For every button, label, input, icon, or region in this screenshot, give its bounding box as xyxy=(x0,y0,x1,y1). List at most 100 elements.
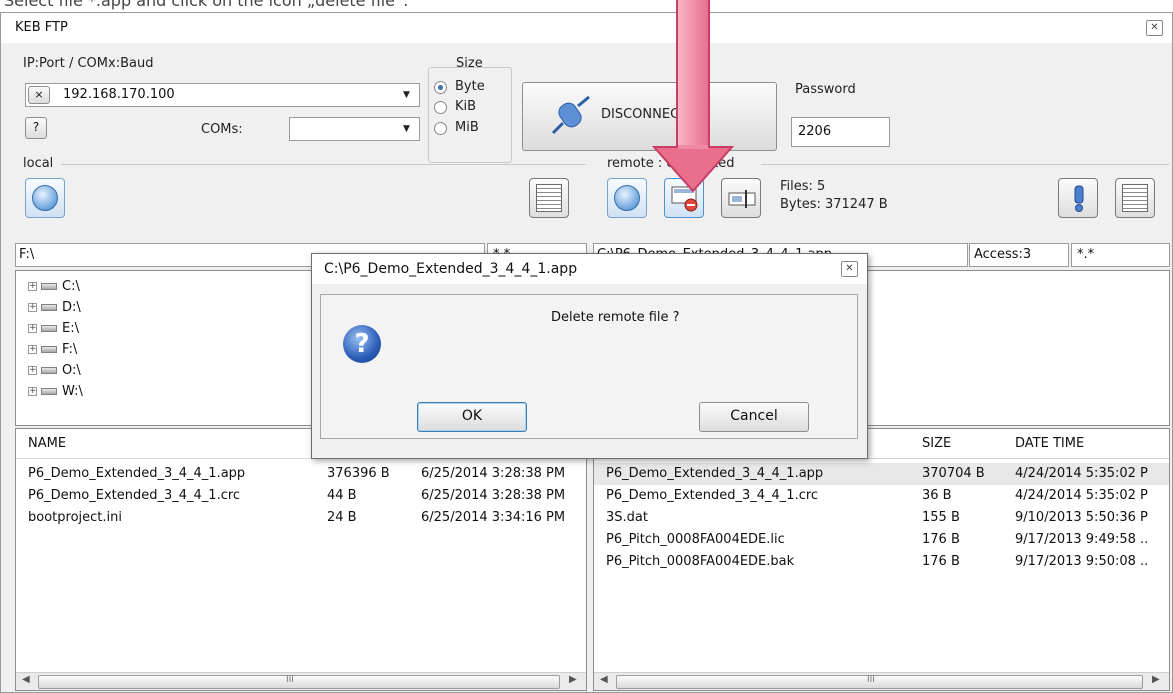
table-row[interactable]: 3S.dat 155 B 9/10/2013 5:50:36 P xyxy=(594,507,1169,529)
table-row[interactable]: P6_Demo_Extended_3_4_4_1.crc 44 B 6/25/2… xyxy=(16,485,586,507)
remote-horizontal-scrollbar[interactable]: ◀ III ▶ xyxy=(594,672,1169,690)
scroll-right-icon[interactable]: ▶ xyxy=(1152,674,1160,685)
radio-icon[interactable] xyxy=(434,101,447,114)
list-view-icon xyxy=(1122,184,1148,212)
drive-label: D:\ xyxy=(62,300,81,315)
file-size: 370704 B xyxy=(922,466,985,481)
scroll-thumb[interactable]: III xyxy=(38,675,560,689)
drive-icon xyxy=(41,304,57,311)
tree-item-drive[interactable]: + C:\ xyxy=(28,279,80,294)
scroll-thumb[interactable]: III xyxy=(616,675,1143,689)
drive-icon xyxy=(41,367,57,374)
scroll-right-icon[interactable]: ▶ xyxy=(569,674,577,685)
dialog-title-bar: C:\P6_Demo_Extended_3_4_4_1.app ✕ xyxy=(312,254,867,284)
scroll-left-icon[interactable]: ◀ xyxy=(22,674,30,685)
file-date: 6/25/2014 3:28:38 PM xyxy=(421,466,566,481)
remote-file-list: SIZE DATE TIME P6_Demo_Extended_3_4_4_1.… xyxy=(593,428,1170,691)
info-button[interactable] xyxy=(1058,178,1098,218)
file-size: 36 B xyxy=(922,488,952,503)
local-file-list: NAME P6_Demo_Extended_3_4_4_1.app 376396… xyxy=(15,428,587,691)
dropdown-arrow-icon[interactable]: ▼ xyxy=(403,90,410,100)
remote-access: Access:3 xyxy=(974,247,1032,262)
file-name: P6_Pitch_0008FA004EDE.lic xyxy=(606,532,785,547)
dropdown-arrow-icon[interactable]: ▼ xyxy=(403,124,410,134)
file-date: 9/17/2013 9:49:58 .. xyxy=(1015,532,1149,547)
tree-item-drive[interactable]: + O:\ xyxy=(28,363,81,378)
local-list-view-button[interactable] xyxy=(529,178,569,218)
download-button[interactable] xyxy=(607,178,647,218)
tree-item-drive[interactable]: + D:\ xyxy=(28,300,81,315)
password-label: Password xyxy=(795,82,856,97)
table-row-selected[interactable]: P6_Demo_Extended_3_4_4_1.app 370704 B 4/… xyxy=(594,463,1169,485)
table-row[interactable]: P6_Demo_Extended_3_4_4_1.crc 36 B 4/24/2… xyxy=(594,485,1169,507)
file-size: 44 B xyxy=(327,488,357,503)
expand-icon: + xyxy=(28,302,37,312)
drive-label: E:\ xyxy=(62,321,79,336)
file-name: 3S.dat xyxy=(606,510,648,525)
disconnect-label: DISCONNECT xyxy=(601,107,688,122)
scroll-left-icon[interactable]: ◀ xyxy=(600,674,608,685)
local-path: F:\ xyxy=(19,247,35,262)
ip-address-combobox[interactable]: × 192.168.170.100 ▼ xyxy=(25,83,420,107)
file-size: 376396 B xyxy=(327,466,390,481)
file-date: 6/25/2014 3:28:38 PM xyxy=(421,488,566,503)
drive-label: F:\ xyxy=(62,342,78,357)
ok-button[interactable]: OK xyxy=(417,402,527,432)
password-field[interactable]: 2206 xyxy=(791,117,890,147)
table-row[interactable]: bootproject.ini 24 B 6/25/2014 3:34:16 P… xyxy=(16,507,586,529)
drive-icon xyxy=(41,346,57,353)
files-count: Files: 5 xyxy=(780,179,826,194)
password-value: 2206 xyxy=(798,124,832,139)
expand-icon: + xyxy=(28,344,37,354)
close-icon[interactable]: ✕ xyxy=(841,261,858,277)
drive-label: W:\ xyxy=(62,384,83,399)
file-name: P6_Pitch_0008FA004EDE.bak xyxy=(606,554,795,569)
drive-label: C:\ xyxy=(62,279,80,294)
title-bar: KEB FTP ✕ xyxy=(1,13,1172,43)
exclamation-icon xyxy=(1074,185,1084,212)
tree-item-drive[interactable]: + W:\ xyxy=(28,384,83,399)
cancel-button[interactable]: Cancel xyxy=(699,402,809,432)
local-horizontal-scrollbar[interactable]: ◀ III ▶ xyxy=(16,672,586,690)
table-row[interactable]: P6_Pitch_0008FA004EDE.bak 176 B 9/17/201… xyxy=(594,551,1169,573)
remote-filter: *.* xyxy=(1077,247,1095,262)
file-date: 4/24/2014 5:35:02 P xyxy=(1015,488,1148,503)
bytes-total: Bytes: 371247 B xyxy=(780,197,888,212)
coms-combobox[interactable]: ▼ xyxy=(289,117,420,141)
column-header-size[interactable]: SIZE xyxy=(922,436,951,451)
rename-file-button[interactable] xyxy=(721,178,761,218)
tree-item-drive[interactable]: + E:\ xyxy=(28,321,79,336)
file-date: 9/10/2013 5:50:36 P xyxy=(1015,510,1148,525)
rewind-icon xyxy=(614,185,640,211)
table-row[interactable]: P6_Demo_Extended_3_4_4_1.app 376396 B 6/… xyxy=(16,463,586,485)
radio-icon[interactable] xyxy=(434,122,447,135)
remote-filter-field[interactable]: *.* xyxy=(1071,243,1170,267)
file-date: 9/17/2013 9:50:08 .. xyxy=(1015,554,1149,569)
remote-list-view-button[interactable] xyxy=(1115,178,1155,218)
tree-item-drive[interactable]: + F:\ xyxy=(28,342,77,357)
column-header-date-time[interactable]: DATE TIME xyxy=(1015,436,1084,451)
delete-file-button[interactable] xyxy=(664,178,704,218)
expand-icon: + xyxy=(28,365,37,375)
drive-label: O:\ xyxy=(62,363,81,378)
radio-selected-icon[interactable] xyxy=(434,81,447,94)
help-button[interactable]: ? xyxy=(25,117,47,139)
coms-label: COMs: xyxy=(201,122,243,137)
expand-icon: + xyxy=(28,323,37,333)
dialog-message: Delete remote file ? xyxy=(551,310,680,325)
table-row[interactable]: P6_Pitch_0008FA004EDE.lic 176 B 9/17/201… xyxy=(594,529,1169,551)
disconnect-button[interactable]: DISCONNECT xyxy=(522,82,777,151)
remote-group-label: remote : connected xyxy=(607,156,735,171)
clear-icon[interactable]: × xyxy=(28,86,50,104)
size-option-label: MiB xyxy=(455,120,479,135)
file-name: P6_Demo_Extended_3_4_4_1.crc xyxy=(28,488,241,503)
ip-address-value: 192.168.170.100 xyxy=(63,87,175,102)
dialog-body: ? Delete remote file ? OK Cancel xyxy=(320,294,858,439)
scroll-grip: III xyxy=(286,675,294,685)
upload-button[interactable] xyxy=(25,178,65,218)
plug-icon xyxy=(551,95,590,135)
expand-icon: + xyxy=(28,281,37,291)
remote-access-field: Access:3 xyxy=(969,243,1069,267)
column-header-name[interactable]: NAME xyxy=(28,436,66,451)
close-icon[interactable]: ✕ xyxy=(1146,20,1163,36)
